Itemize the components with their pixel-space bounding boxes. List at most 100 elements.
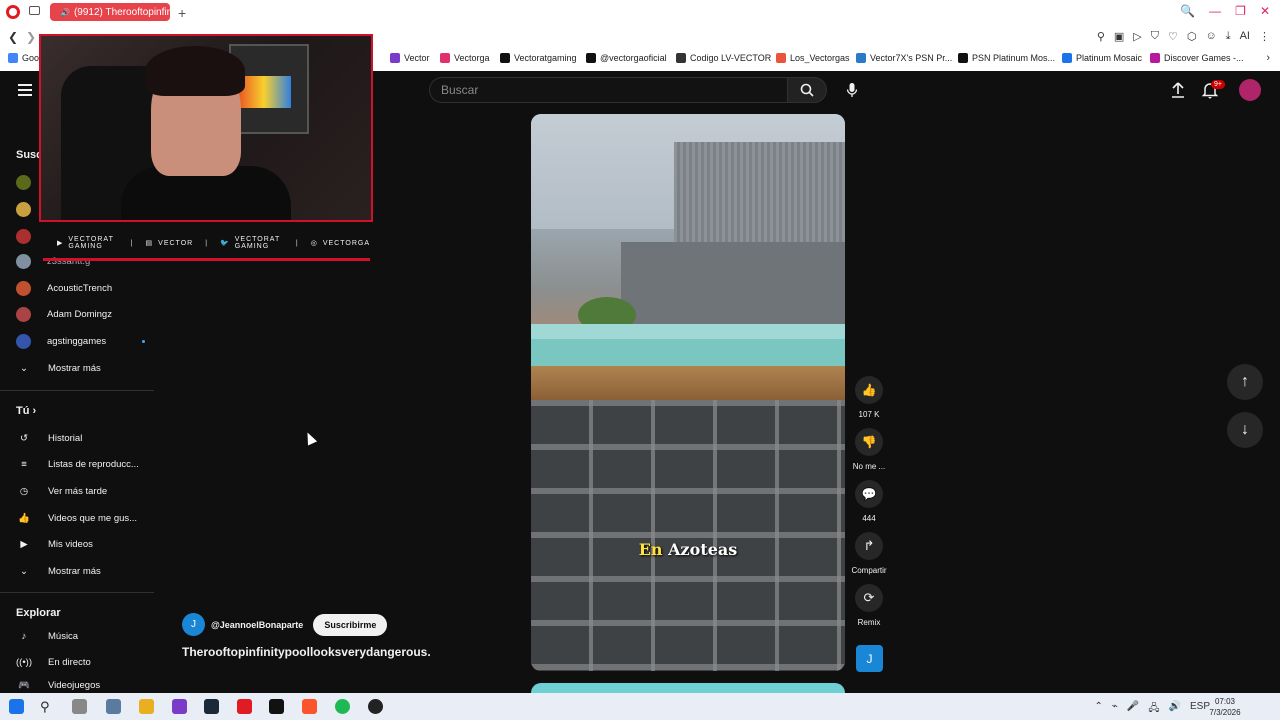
bookmark-4[interactable]: @vectorgaoficial bbox=[586, 53, 667, 63]
previous-short-button[interactable]: ↑ bbox=[1227, 364, 1263, 400]
opera-icon[interactable] bbox=[237, 699, 252, 714]
snapshot-icon[interactable]: ▣ bbox=[1114, 30, 1124, 43]
maximize-button[interactable]: ❐ bbox=[1235, 4, 1246, 18]
download-icon[interactable]: ⤓ bbox=[1226, 30, 1231, 43]
steam-icon[interactable] bbox=[204, 699, 219, 714]
explorer-app-icon[interactable] bbox=[106, 699, 121, 714]
sidebar-item-music[interactable]: ♪ Música bbox=[16, 625, 156, 647]
upload-icon bbox=[1172, 82, 1184, 98]
folder-icon[interactable] bbox=[139, 699, 154, 714]
remix-button[interactable]: ⟳ bbox=[855, 584, 883, 612]
ai-icon[interactable]: AI bbox=[1240, 30, 1250, 43]
subscription-item[interactable]: Adam Domingz bbox=[16, 303, 156, 325]
search-icon[interactable]: ⚲ bbox=[40, 699, 55, 714]
channel-thumbnail[interactable]: J bbox=[856, 645, 883, 672]
next-short-preview[interactable] bbox=[531, 683, 845, 693]
clock-time: 07:03 bbox=[1214, 697, 1236, 706]
sidebar-item-liked-videos[interactable]: 👍 Videos que me gus... bbox=[16, 507, 156, 529]
bookmark-7[interactable]: Vector7X's PSN Pr... bbox=[856, 53, 952, 63]
epic-games-icon[interactable] bbox=[269, 699, 284, 714]
bookmark-10[interactable]: Discover Games -... bbox=[1150, 53, 1244, 63]
upload-button[interactable] bbox=[1168, 80, 1188, 100]
bookmark-9[interactable]: Platinum Mosaic bbox=[1062, 53, 1142, 63]
channel-avatar bbox=[16, 280, 31, 296]
sidebar-item-gaming[interactable]: 🎮 Videojuegos bbox=[16, 677, 156, 693]
bookmark-3[interactable]: Vectoratgaming bbox=[500, 53, 577, 63]
bookmark-2[interactable]: Vectorga bbox=[440, 53, 490, 63]
subscription-item[interactable]: agstinggames bbox=[16, 330, 156, 352]
you-section-title[interactable]: Tú › bbox=[16, 405, 36, 417]
play-icon[interactable]: ▷ bbox=[1133, 30, 1141, 43]
menu-icon[interactable]: ⋮ bbox=[1259, 30, 1270, 43]
obs-icon[interactable] bbox=[368, 699, 383, 714]
sidebar-item-watch-later[interactable]: ◷ Ver más tarde bbox=[16, 480, 156, 502]
sidebar-item-my-videos[interactable]: ▶ Mis videos bbox=[16, 533, 156, 555]
social-instagram: ◎ VECTORGA bbox=[310, 239, 370, 248]
like-count: 107 K bbox=[858, 410, 880, 419]
sidebar-item-playlists[interactable]: ≡ Listas de reproducc... bbox=[16, 453, 156, 475]
dislike-label: No me ... bbox=[852, 462, 886, 471]
spotify-icon[interactable] bbox=[335, 699, 350, 714]
games-icon bbox=[1150, 53, 1160, 63]
bookmark-1[interactable]: Vector bbox=[390, 53, 430, 63]
minimize-button[interactable]: — bbox=[1209, 4, 1221, 18]
channel-row: J @JeannoelBonaparte Suscribirme bbox=[182, 613, 388, 636]
extensions-icon[interactable]: ⬡ bbox=[1187, 30, 1197, 43]
sidebar-item-live[interactable]: ((•)) En directo bbox=[16, 651, 156, 673]
psn-icon bbox=[958, 53, 968, 63]
show-more-subscriptions[interactable]: ⌄ Mostrar más bbox=[16, 357, 156, 379]
shield-icon[interactable]: ⛉ bbox=[1151, 30, 1159, 43]
brave-icon[interactable] bbox=[302, 699, 317, 714]
search-tabs-icon[interactable]: 🔍 bbox=[1180, 4, 1195, 18]
share-button[interactable]: ↱ bbox=[855, 532, 883, 560]
forward-button[interactable]: ❯ bbox=[26, 30, 36, 44]
show-more-you[interactable]: ⌄ Mostrar más bbox=[16, 560, 156, 582]
opera-logo-icon[interactable] bbox=[6, 5, 20, 19]
like-button[interactable]: 👍 bbox=[855, 376, 883, 404]
dislike-button[interactable]: 👎 bbox=[855, 428, 883, 456]
search-button[interactable] bbox=[787, 77, 827, 103]
microphone-icon[interactable]: 🎤 bbox=[1127, 701, 1139, 718]
close-button[interactable]: ✕ bbox=[1260, 4, 1270, 18]
channel-avatar[interactable]: J bbox=[182, 613, 205, 636]
like-action[interactable]: 👍 107 K bbox=[851, 376, 887, 419]
search-input[interactable]: Buscar bbox=[429, 77, 787, 103]
new-tab-button[interactable]: + bbox=[178, 5, 186, 21]
chevron-up-icon[interactable]: ⌃ bbox=[1095, 701, 1103, 718]
subscription-item[interactable]: AcousticTrench bbox=[16, 277, 156, 299]
network-icon[interactable]: 🖧 bbox=[1148, 701, 1159, 718]
video-wood-trim bbox=[531, 366, 845, 400]
account-avatar[interactable] bbox=[1239, 79, 1261, 101]
menu-hamburger-icon[interactable] bbox=[18, 84, 32, 96]
pin-icon[interactable]: ⚲ bbox=[1097, 30, 1105, 43]
next-short-button[interactable]: ↓ bbox=[1227, 412, 1263, 448]
channel-avatar bbox=[16, 201, 31, 217]
sidebar-item-history[interactable]: ↺ Historial bbox=[16, 427, 156, 449]
remix-action[interactable]: ⟳ Remix bbox=[851, 584, 887, 627]
windows-start-icon[interactable] bbox=[9, 699, 24, 714]
dislike-action[interactable]: 👎 No me ... bbox=[851, 428, 887, 471]
bookmark-5[interactable]: Codigo LV-VECTOR bbox=[676, 53, 771, 63]
usb-icon[interactable]: ⌁ bbox=[1112, 701, 1118, 718]
microphone-icon bbox=[846, 83, 858, 97]
discord-icon[interactable] bbox=[172, 699, 187, 714]
task-view-icon[interactable] bbox=[72, 699, 87, 714]
bookmark-6[interactable]: Los_Vectorgas bbox=[776, 53, 850, 63]
tab-youtube[interactable]: 🔊 (9912) Therooftopinfini bbox=[50, 3, 170, 21]
taskbar-clock[interactable]: 07:03 7/3/2026 bbox=[1200, 696, 1250, 718]
back-button[interactable]: ❮ bbox=[8, 30, 18, 44]
share-action[interactable]: ↱ Compartir bbox=[851, 532, 887, 575]
bookmark-8[interactable]: PSN Platinum Mos... bbox=[958, 53, 1055, 63]
workspaces-icon[interactable] bbox=[29, 6, 40, 15]
voice-search-button[interactable] bbox=[838, 76, 866, 104]
channel-avatar bbox=[16, 228, 31, 244]
profile-icon[interactable]: ☺ bbox=[1205, 30, 1216, 43]
comments-action[interactable]: 💬 444 bbox=[851, 480, 887, 523]
comments-button[interactable]: 💬 bbox=[855, 480, 883, 508]
short-video-player[interactable]: En Azoteas bbox=[531, 114, 845, 671]
channel-handle[interactable]: @JeannoelBonaparte bbox=[211, 620, 303, 630]
volume-icon[interactable]: 🔊 bbox=[1169, 701, 1181, 718]
subscribe-button[interactable]: Suscribirme bbox=[313, 613, 388, 636]
bookmarks-overflow-icon[interactable]: › bbox=[1266, 52, 1270, 64]
heart-icon[interactable]: ♡ bbox=[1168, 30, 1178, 43]
